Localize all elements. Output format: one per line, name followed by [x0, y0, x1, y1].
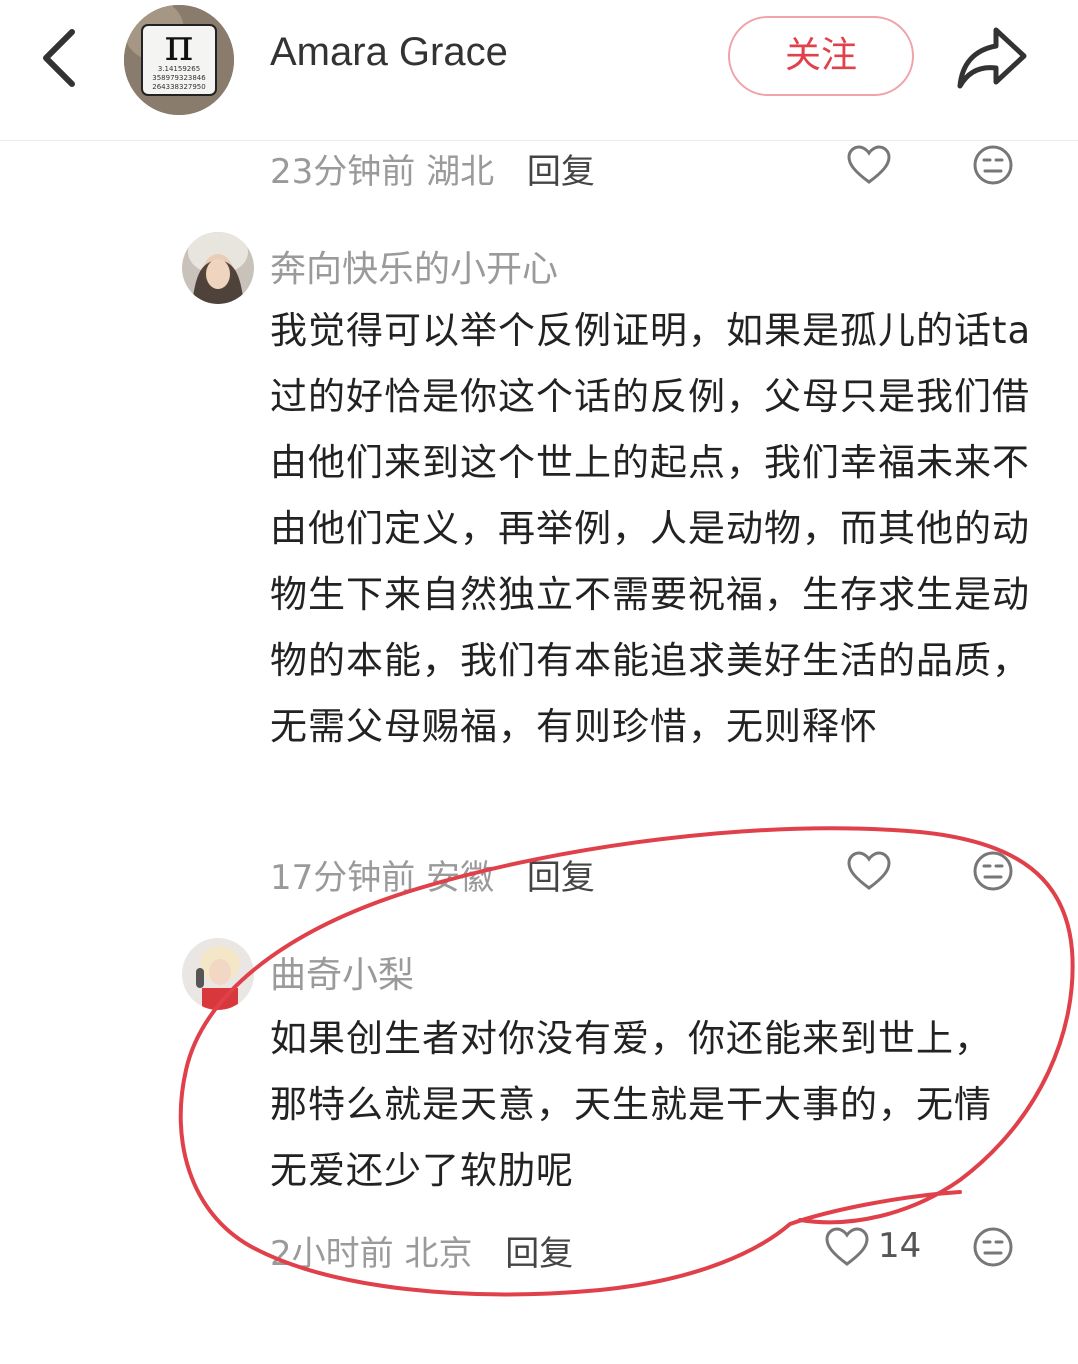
like-button[interactable]: [846, 850, 892, 896]
commenter-avatar[interactable]: [182, 938, 254, 1010]
comment-meta-top: 23分钟前 湖北 回复: [270, 144, 595, 193]
reply-button[interactable]: 回复: [527, 152, 595, 192]
neutral-face-icon: [973, 145, 1013, 185]
pi-digits-1: 3.14159265: [158, 65, 200, 73]
comment-meta: 2小时前 北京 回复: [270, 1226, 573, 1275]
like-button[interactable]: [824, 1226, 870, 1272]
commenter-name[interactable]: 曲奇小梨: [270, 946, 414, 998]
neutral-face-icon: [973, 1227, 1013, 1267]
share-button[interactable]: [952, 20, 1032, 96]
neutral-face-icon: [973, 851, 1013, 891]
pi-digits-2: 358979323846: [152, 74, 206, 82]
author-avatar[interactable]: π 3.14159265 358979323846 264338327950: [124, 5, 234, 115]
comment-location: 湖北: [426, 152, 495, 192]
heart-outline-icon: [825, 1227, 869, 1266]
reply-button[interactable]: 回复: [505, 1234, 573, 1274]
pi-digits-3: 264338327950: [152, 83, 205, 91]
reply-button[interactable]: 回复: [527, 858, 595, 898]
author-name[interactable]: Amara Grace: [270, 30, 508, 75]
comment-time: 17分钟前: [270, 858, 416, 898]
share-arrow-icon: [957, 27, 1027, 89]
back-button[interactable]: [28, 22, 92, 94]
commenter-name[interactable]: 奔向快乐的小开心: [270, 240, 558, 292]
comment-meta: 17分钟前 安徽 回复: [270, 850, 595, 899]
comment-time: 23分钟前: [270, 152, 416, 192]
like-count: 14: [878, 1226, 922, 1266]
heart-outline-icon: [847, 851, 891, 890]
follow-button[interactable]: 关注: [728, 16, 914, 96]
like-button[interactable]: [846, 144, 892, 190]
top-bar: π 3.14159265 358979323846 264338327950 A…: [0, 0, 1078, 141]
emoji-reaction-button[interactable]: [972, 144, 1014, 190]
comment-location: 安徽: [426, 858, 495, 898]
comment-text: 如果创生者对你没有爱，你还能来到世上，那特么就是天意，天生就是干大事的，无情无爱…: [270, 1017, 992, 1192]
emoji-reaction-button[interactable]: [972, 1226, 1014, 1272]
chevron-left-icon: [43, 29, 75, 87]
comment-time: 2小时前: [270, 1234, 394, 1274]
commenter-avatar[interactable]: [182, 232, 254, 304]
comment-location: 北京: [404, 1234, 473, 1274]
pi-symbol: π: [165, 20, 194, 71]
heart-outline-icon: [847, 145, 891, 184]
comment-text: 我觉得可以举个反例证明，如果是孤儿的话ta过的好恰是你这个话的反例，父母只是我们…: [270, 309, 1032, 748]
emoji-reaction-button[interactable]: [972, 850, 1014, 896]
